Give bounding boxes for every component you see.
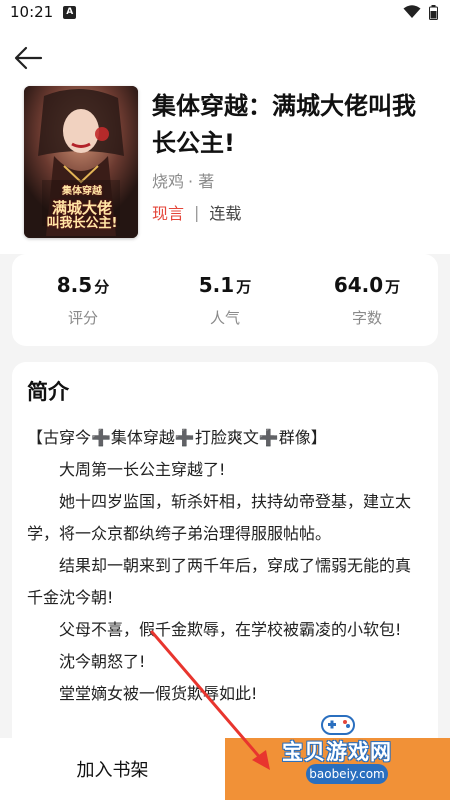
tag-separator: | [194, 202, 200, 222]
a-icon: A [63, 5, 77, 19]
book-title: 集体穿越：满城大佬叫我长公主! [152, 92, 416, 157]
stat-unit: 万 [236, 277, 252, 296]
status-tag: 连载 [209, 204, 242, 223]
intro-paragraph: 她十四岁监国，斩杀奸相，扶持幼帝登基，建立太学，将一众京都纨绔子弟治理得服服帖帖… [27, 492, 412, 543]
stat-word-count: 64.0 万 字数 [307, 273, 427, 328]
genre-tag[interactable]: 现言 [152, 200, 184, 224]
stat-value: 5.1 万 [165, 273, 285, 297]
cover-text-line: 集体穿越 [62, 186, 102, 197]
intro-paragraph: 沈今朝怒了! [59, 652, 146, 671]
cover-text-line: 叫我长公主! [46, 216, 118, 231]
bottom-action-bar: 加入书架 [0, 738, 450, 800]
status-left: 10:21 A [10, 3, 77, 21]
cover-text-line: 满城大佬 [51, 199, 112, 217]
stat-rating: 8.5 分 评分 [23, 273, 143, 328]
tags-line: 现言 | 连载 [152, 200, 241, 224]
author-line: 烧鸡 · 著 [152, 168, 214, 192]
book-cover[interactable]: 集体穿越 满城大佬 叫我长公主! [24, 86, 138, 238]
stat-unit: 分 [94, 277, 110, 296]
intro-paragraph: 堂堂嫡女被一假货欺辱如此! [59, 684, 258, 703]
status-bar: 10:21 A [0, 0, 450, 24]
wifi-icon [403, 5, 421, 18]
add-to-shelf-button[interactable]: 加入书架 [0, 738, 225, 800]
intro-card[interactable]: 简介 【古穿今➕集体穿越➕打脸爽文➕群像】 大周第一长公主穿越了! 她十四岁监国… [12, 362, 438, 762]
stat-popularity: 5.1 万 人气 [165, 273, 285, 328]
arrow-left-icon [14, 46, 43, 70]
stats-card: 8.5 分 评分 5.1 万 人气 64.0 万 字数 [12, 254, 438, 346]
stat-value: 8.5 分 [23, 273, 143, 297]
book-header: 集体穿越 满城大佬 叫我长公主! 集体穿越：满城大佬叫我长公主! 烧鸡 · 著 … [0, 24, 450, 254]
intro-paragraph: 大周第一长公主穿越了! [59, 460, 226, 479]
read-now-button[interactable] [225, 738, 450, 800]
intro-paragraph: 父母不喜，假千金欺辱，在学校被霸凌的小软包! [59, 620, 402, 639]
author-suffix: · 著 [188, 172, 215, 191]
battery-icon [429, 4, 438, 20]
stat-value: 64.0 万 [307, 273, 427, 297]
intro-paragraph: 结果却一朝来到了两千年后，穿成了懦弱无能的真千金沈今朝! [27, 556, 412, 607]
intro-body: 【古穿今➕集体穿越➕打脸爽文➕群像】 大周第一长公主穿越了! 她十四岁监国，斩杀… [27, 422, 425, 710]
stat-number: 64.0 [333, 272, 384, 297]
stat-unit: 万 [385, 277, 401, 296]
stat-label: 字数 [351, 308, 382, 327]
stat-label: 人气 [209, 308, 240, 327]
status-time: 10:21 [10, 3, 54, 21]
intro-paragraph: 【古穿今➕集体穿越➕打脸爽文➕群像】 [27, 428, 327, 447]
author-name[interactable]: 烧鸡 [152, 168, 184, 192]
stat-label: 评分 [67, 308, 98, 327]
intro-title: 简介 [27, 380, 69, 404]
status-right [403, 4, 438, 20]
back-button[interactable] [10, 40, 46, 76]
stat-number: 5.1 [198, 272, 235, 297]
cover-title-block: 集体穿越 满城大佬 叫我长公主! [34, 184, 130, 232]
stat-number: 8.5 [56, 272, 93, 297]
